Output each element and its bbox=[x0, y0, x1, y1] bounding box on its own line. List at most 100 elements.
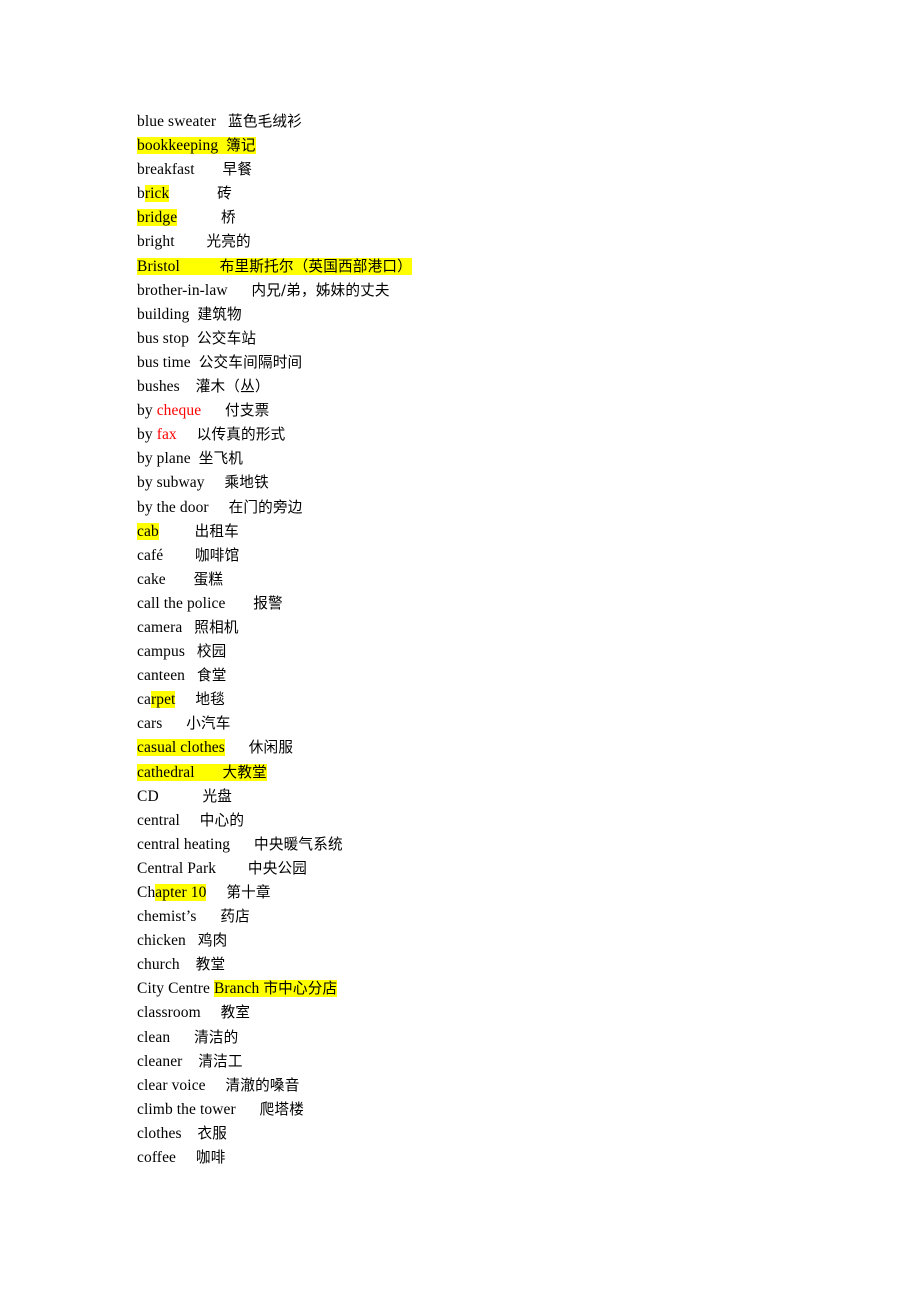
column-gap bbox=[163, 547, 195, 564]
entry-translation: 鸡肉 bbox=[197, 932, 228, 950]
entry-translation: 桥 bbox=[220, 209, 236, 227]
glossary-entry: Chapter 10 第十章 bbox=[137, 881, 877, 905]
glossary-entry: café 咖啡馆 bbox=[137, 544, 877, 568]
column-gap bbox=[201, 402, 225, 419]
entry-term: cathedral bbox=[137, 763, 195, 781]
column-gap bbox=[170, 1029, 194, 1046]
glossary-entry: cars 小汽车 bbox=[137, 712, 877, 736]
column-gap bbox=[166, 571, 194, 588]
entry-translation: 地毯 bbox=[195, 691, 225, 709]
column-gap bbox=[205, 474, 225, 491]
glossary-entry: cleaner 清洁工 bbox=[137, 1050, 877, 1074]
glossary-entry: clear voice 清澈的嗓音 bbox=[137, 1074, 877, 1098]
entry-translation: 清洁的 bbox=[194, 1028, 239, 1046]
entry-term: central heating bbox=[137, 835, 231, 853]
column-gap bbox=[225, 595, 253, 612]
entry-term: bus time bbox=[137, 353, 191, 371]
entry-translation: 休闲服 bbox=[248, 739, 294, 757]
entry-translation: 建筑物 bbox=[197, 305, 242, 323]
glossary-entry: casual clothes 休闲服 bbox=[137, 736, 877, 760]
entry-term: clothes bbox=[137, 1124, 182, 1142]
entry-translation: 中心的 bbox=[199, 811, 245, 829]
glossary-entry: bridge 桥 bbox=[137, 206, 877, 230]
column-gap bbox=[230, 836, 254, 853]
entry-translation: 校园 bbox=[196, 643, 227, 661]
column-gap bbox=[180, 378, 196, 395]
entry-translation: 砖 bbox=[217, 185, 232, 203]
column-gap bbox=[189, 330, 197, 347]
glossary-entry: breakfast 早餐 bbox=[137, 158, 877, 182]
column-gap bbox=[216, 113, 228, 130]
entry-translation: 报警 bbox=[253, 594, 283, 612]
entry-translation: 公交车站 bbox=[197, 329, 257, 347]
entry-term: cars bbox=[137, 715, 163, 733]
entry-term: coffee bbox=[137, 1149, 177, 1167]
entry-translation: 内兄/弟，姊妹的丈夫 bbox=[251, 281, 390, 299]
entry-term: brother-in-law bbox=[137, 281, 228, 299]
entry-term: by the door bbox=[137, 498, 209, 516]
entry-term: Bristol bbox=[137, 257, 180, 275]
glossary-entry: clothes 衣服 bbox=[137, 1122, 877, 1146]
glossary-entry: campus 校园 bbox=[137, 640, 877, 664]
column-gap bbox=[236, 1101, 260, 1118]
glossary-entry: bushes 灌木（丛） bbox=[137, 375, 877, 399]
entry-translation: 公交车间隔时间 bbox=[198, 353, 303, 371]
glossary-entry: by fax 以传真的形式 bbox=[137, 423, 877, 447]
entry-term: cleaner bbox=[137, 1052, 183, 1070]
column-gap bbox=[180, 258, 220, 275]
glossary-entry: brother-in-law 内兄/弟，姊妹的丈夫 bbox=[137, 279, 877, 303]
highlight-span: apter 10 bbox=[155, 884, 207, 901]
entry-term: café bbox=[137, 546, 164, 564]
entry-term: camera bbox=[137, 618, 183, 636]
column-gap bbox=[159, 523, 195, 540]
entry-translation: 食堂 bbox=[196, 667, 227, 685]
column-gap bbox=[209, 499, 229, 516]
column-gap bbox=[185, 643, 197, 660]
entry-term: cake bbox=[137, 570, 166, 588]
entry-term: campus bbox=[137, 643, 185, 661]
glossary-entry: cathedral 大教堂 bbox=[137, 761, 877, 785]
entry-translation: 坐飞机 bbox=[198, 450, 244, 468]
entry-term: cab bbox=[137, 522, 159, 540]
entry-term: by subway bbox=[137, 474, 205, 492]
entry-translation: 咖啡馆 bbox=[195, 546, 240, 564]
entry-term: breakfast bbox=[137, 161, 195, 179]
column-gap bbox=[180, 812, 200, 829]
entry-translation: 簿记 bbox=[226, 137, 256, 155]
entry-translation: 乘地铁 bbox=[224, 474, 269, 492]
glossary-entry: classroom 教室 bbox=[137, 1001, 877, 1025]
entry-translation: 清洁工 bbox=[198, 1052, 243, 1070]
highlight-span: casual clothes bbox=[137, 739, 225, 757]
entry-translation: 中央公园 bbox=[247, 859, 308, 877]
entry-term-prefix: ca bbox=[137, 691, 151, 709]
entry-term: church bbox=[137, 956, 180, 974]
glossary-entry: by subway 乘地铁 bbox=[137, 471, 877, 495]
glossary-entry: camera 照相机 bbox=[137, 616, 877, 640]
entry-translation: 清澈的嗓音 bbox=[225, 1076, 300, 1094]
glossary-entry: chicken 鸡肉 bbox=[137, 929, 877, 953]
entry-translation: 光亮的 bbox=[206, 233, 251, 251]
glossary-entry: call the police 报警 bbox=[137, 592, 877, 616]
glossary-entry: coffee 咖啡 bbox=[137, 1146, 877, 1170]
entry-translation: 布里斯托尔（英国西部港口） bbox=[219, 257, 412, 275]
glossary-entry: canteen 食堂 bbox=[137, 664, 877, 688]
entry-term: bus stop bbox=[137, 329, 190, 347]
glossary-entry: central 中心的 bbox=[137, 809, 877, 833]
column-gap bbox=[191, 354, 199, 371]
column-gap bbox=[216, 860, 248, 877]
column-gap bbox=[175, 691, 195, 708]
column-gap bbox=[176, 1149, 196, 1166]
entry-term-prefix: City Centre bbox=[137, 980, 214, 998]
glossary-entry: central heating 中央暖气系统 bbox=[137, 833, 877, 857]
highlight-span: Bristol 布里斯托尔（英国西部港口） bbox=[137, 257, 412, 275]
column-gap bbox=[162, 715, 186, 732]
column-gap bbox=[159, 788, 203, 805]
entry-term-prefix: by bbox=[137, 402, 157, 420]
entry-translation: 衣服 bbox=[197, 1124, 228, 1142]
glossary-entry: carpet 地毯 bbox=[137, 688, 877, 712]
entry-translation: 光盘 bbox=[202, 787, 233, 805]
entry-term: bookkeeping bbox=[137, 137, 219, 155]
entry-translation: 照相机 bbox=[194, 618, 239, 636]
highlight-span: rpet bbox=[150, 691, 176, 709]
entry-term: Central Park bbox=[137, 859, 217, 877]
